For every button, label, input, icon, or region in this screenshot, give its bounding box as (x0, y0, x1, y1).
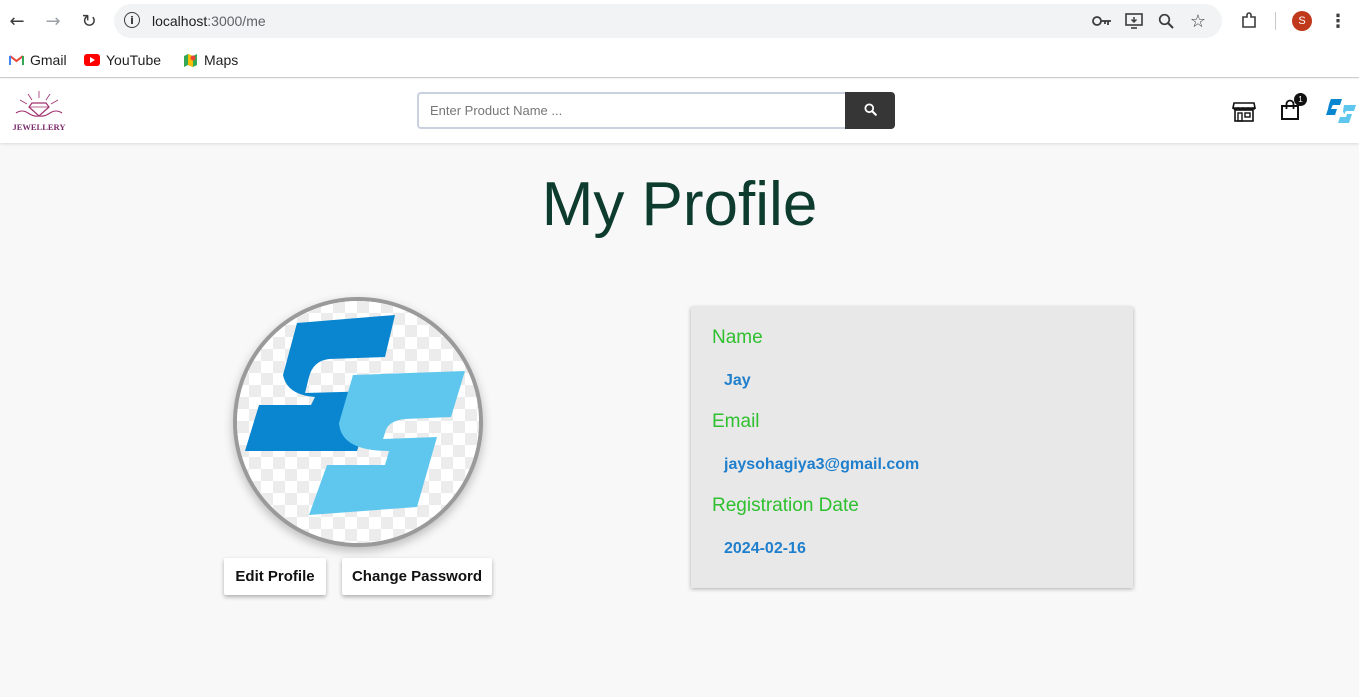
bookmark-maps[interactable]: Maps (182, 50, 238, 70)
name-label: Name (712, 327, 763, 348)
profile-picture (233, 297, 483, 547)
address-bar[interactable]: i localhost:3000/me ☆ (114, 4, 1222, 38)
name-value: Jay (724, 372, 751, 389)
search-icon (863, 102, 877, 119)
install-app-icon[interactable] (1124, 11, 1144, 31)
bookmark-star-icon[interactable]: ☆ (1188, 11, 1208, 32)
page-title: My Profile (541, 170, 818, 239)
forward-icon[interactable]: → (41, 9, 65, 33)
bookmark-label: YouTube (106, 52, 162, 68)
site-info-icon[interactable]: i (124, 12, 140, 28)
key-icon[interactable] (1092, 11, 1112, 31)
search-button[interactable] (845, 92, 895, 129)
jewellery-logo[interactable]: JEWELLERY (8, 89, 70, 133)
maps-icon (182, 53, 198, 67)
bookmark-label: Gmail (30, 52, 67, 68)
store-icon[interactable] (1232, 99, 1258, 125)
browser-profile-avatar[interactable]: S (1292, 11, 1312, 31)
browser-menu-icon[interactable]: ⋮ (1328, 9, 1348, 33)
bookmark-gmail[interactable]: Gmail (8, 50, 67, 70)
cart-count-badge: 1 (1294, 93, 1307, 106)
url-text[interactable]: localhost:3000/me (152, 13, 266, 29)
back-icon[interactable]: ← (5, 9, 29, 33)
search-input[interactable] (417, 92, 846, 129)
email-label: Email (712, 411, 760, 432)
registration-date-label: Registration Date (712, 495, 859, 516)
registration-date-value: 2024-02-16 (724, 540, 806, 557)
youtube-icon (84, 53, 100, 67)
toolbar-divider (1275, 12, 1276, 30)
zoom-icon[interactable] (1156, 11, 1176, 31)
gmail-icon (8, 53, 24, 67)
change-password-button[interactable]: Change Password (342, 558, 492, 595)
profile-details-card: Name Jay Email jaysohagiya3@gmail.com Re… (691, 307, 1133, 588)
edit-profile-button[interactable]: Edit Profile (224, 558, 326, 595)
email-value: jaysohagiya3@gmail.com (724, 456, 920, 473)
bookmark-youtube[interactable]: YouTube (84, 50, 161, 70)
bookmarks-bar: Gmail YouTube Maps (0, 42, 1359, 78)
user-avatar[interactable] (1322, 95, 1358, 125)
search-bar (417, 92, 895, 129)
reload-icon[interactable]: ↻ (77, 9, 101, 33)
extensions-icon[interactable] (1238, 10, 1260, 32)
logo-text: JEWELLERY (12, 122, 65, 132)
bookmark-label: Maps (204, 52, 239, 68)
url-path: :3000/me (207, 13, 266, 29)
url-host: localhost (152, 13, 208, 29)
app-header: JEWELLERY (0, 79, 1359, 143)
browser-toolbar: ← → ↻ i localhost:3000/me ☆ S ⋮ (0, 0, 1359, 42)
